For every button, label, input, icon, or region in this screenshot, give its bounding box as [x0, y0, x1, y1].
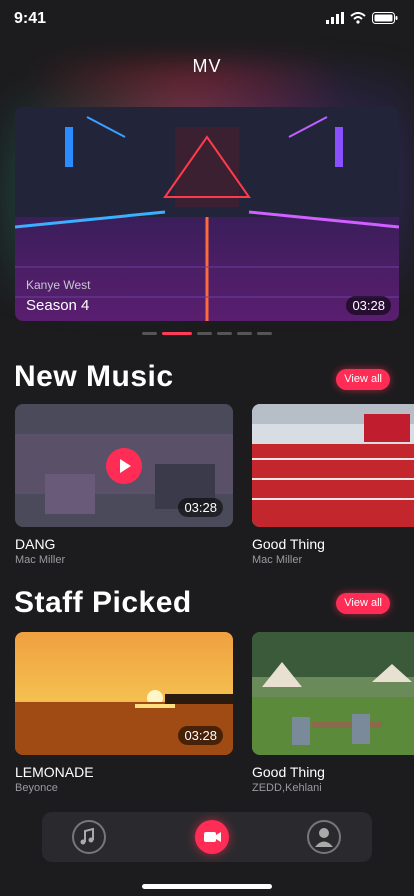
pager-dot-active[interactable] [162, 332, 192, 335]
tab-bar [42, 812, 372, 862]
new-music-row[interactable]: 03:28 DANG Mac Miller Good Thing Mac Mil… [15, 404, 414, 574]
wifi-icon [350, 12, 366, 24]
staff-picked-row[interactable]: 03:28 LEMONADE Beyonce Good Thing ZEDD,K… [15, 632, 414, 802]
pager-dot[interactable] [197, 332, 212, 335]
video-card[interactable]: 03:28 LEMONADE Beyonce [15, 632, 233, 794]
status-time: 9:41 [14, 10, 47, 27]
tab-mv[interactable] [195, 820, 229, 854]
stadium-thumbnail [252, 404, 414, 527]
video-card[interactable]: 03:28 DANG Mac Miller [15, 404, 233, 566]
hero-title: Season 4 [26, 297, 90, 314]
card-artist: Mac Miller [15, 554, 66, 566]
tab-music[interactable] [72, 820, 106, 854]
video-thumbnail[interactable]: 03:28 [15, 632, 233, 755]
play-button[interactable] [106, 448, 142, 484]
camping-thumbnail [252, 632, 414, 755]
pager-dot[interactable] [217, 332, 232, 335]
video-card[interactable]: Good Thing ZEDD,Kehlani [252, 632, 414, 794]
music-note-icon [80, 827, 94, 845]
view-all-new-music-button[interactable]: View all [336, 369, 390, 390]
video-thumbnail[interactable]: 03:28 [15, 404, 233, 527]
status-icons [326, 12, 398, 24]
card-title: DANG [15, 536, 56, 552]
video-card[interactable]: Good Thing Mac Miller [252, 404, 414, 566]
card-artist: Beyonce [15, 782, 58, 794]
hero-artist: Kanye West [26, 278, 91, 292]
card-artist: Mac Miller [252, 554, 303, 566]
card-title: LEMONADE [15, 764, 94, 780]
pager-dot[interactable] [257, 332, 272, 335]
video-thumbnail[interactable] [252, 404, 414, 527]
section-title-staff-picked: Staff Picked [14, 586, 192, 619]
card-artist: ZEDD,Kehlani [252, 782, 322, 794]
hero-video-card[interactable]: Kanye West Season 4 03:28 [15, 107, 399, 321]
page-title: MV [192, 56, 222, 76]
card-title: Good Thing [252, 536, 325, 552]
video-thumbnail[interactable] [252, 632, 414, 755]
section-title-new-music: New Music [14, 360, 174, 393]
pager-dot[interactable] [237, 332, 252, 335]
pager-dot[interactable] [142, 332, 157, 335]
duration-badge: 03:28 [178, 726, 223, 745]
duration-badge: 03:28 [178, 498, 223, 517]
status-bar: 9:41 [0, 0, 414, 44]
view-all-staff-picked-button[interactable]: View all [336, 593, 390, 614]
home-indicator [142, 884, 272, 889]
card-title: Good Thing [252, 764, 325, 780]
hero-duration-badge: 03:28 [346, 296, 391, 315]
signal-icon [326, 12, 344, 24]
carousel-pager[interactable] [142, 332, 272, 335]
profile-icon [315, 828, 333, 847]
tab-profile[interactable] [307, 820, 341, 854]
video-camera-icon [204, 832, 221, 842]
battery-icon [372, 12, 398, 24]
